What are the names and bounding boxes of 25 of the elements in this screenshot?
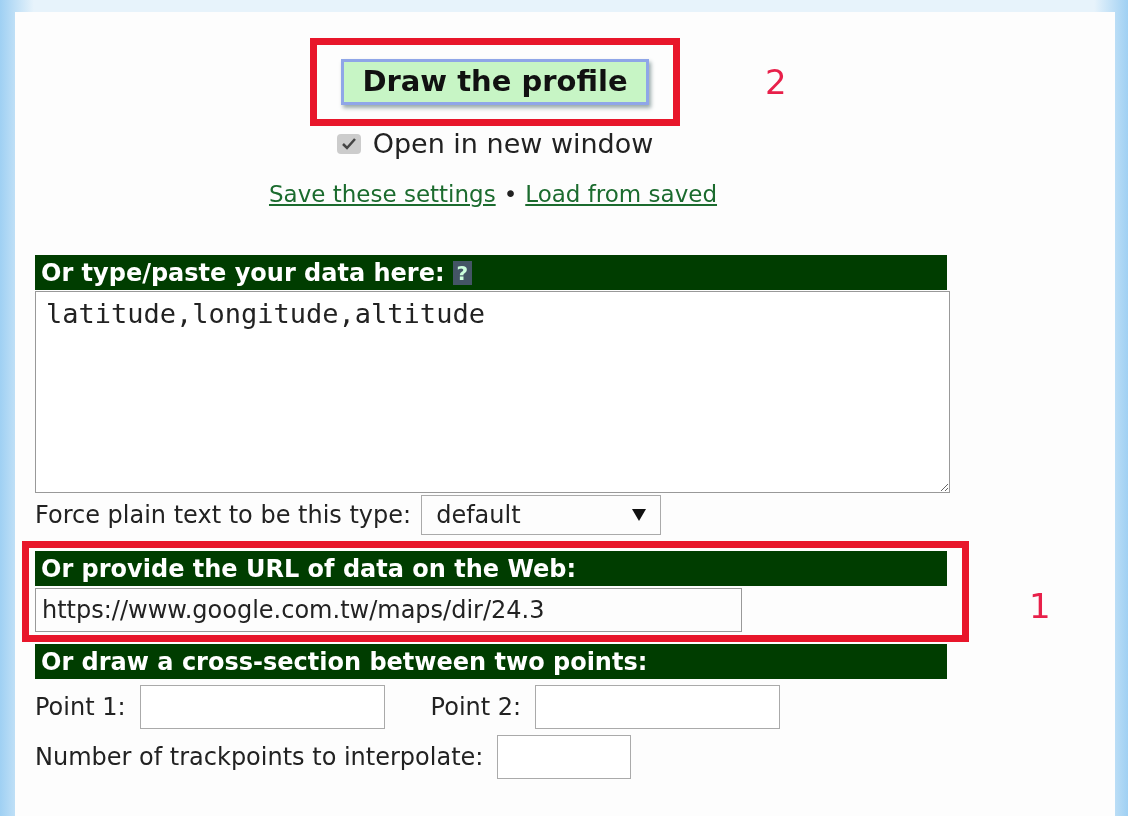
data-textarea[interactable]: latitude,longitude,altitude [35, 291, 950, 493]
type-dropdown[interactable]: default [421, 495, 662, 535]
checkmark-icon [341, 137, 356, 150]
help-icon[interactable]: ? [452, 261, 473, 285]
callout-number: 1 [1029, 586, 1051, 626]
link-separator: • [503, 181, 518, 207]
settings-link[interactable]: Load from saved [525, 181, 717, 207]
url-input[interactable]: https://www.google.com.tw/maps/dir/24.3 [35, 588, 742, 632]
point-label: Point 2: [430, 693, 522, 721]
section-heading: Or draw a cross-section between two points: [35, 644, 947, 679]
point-input[interactable] [535, 685, 781, 729]
draw-profile-button[interactable]: Draw the profile [341, 59, 649, 105]
new-window-checkbox[interactable] [336, 133, 361, 154]
force-type-label: Force plain text to be this type: [35, 501, 412, 529]
point-label: Point 1: [35, 693, 126, 721]
caret-icon [632, 509, 647, 521]
point-input[interactable] [139, 685, 385, 729]
settings-link[interactable]: Save these settings [269, 181, 496, 207]
trackpoints-label: Number of trackpoints to interpolate: [35, 743, 484, 771]
heading-text: Or type/paste your data here: [41, 259, 445, 287]
checkbox-label: Open in new window [372, 128, 654, 159]
callout-number: 2 [765, 62, 787, 102]
section-heading: Or provide the URL of data on the Web: [35, 551, 947, 586]
trackpoints-input[interactable] [497, 735, 632, 779]
dropdown-value: default [436, 501, 521, 529]
